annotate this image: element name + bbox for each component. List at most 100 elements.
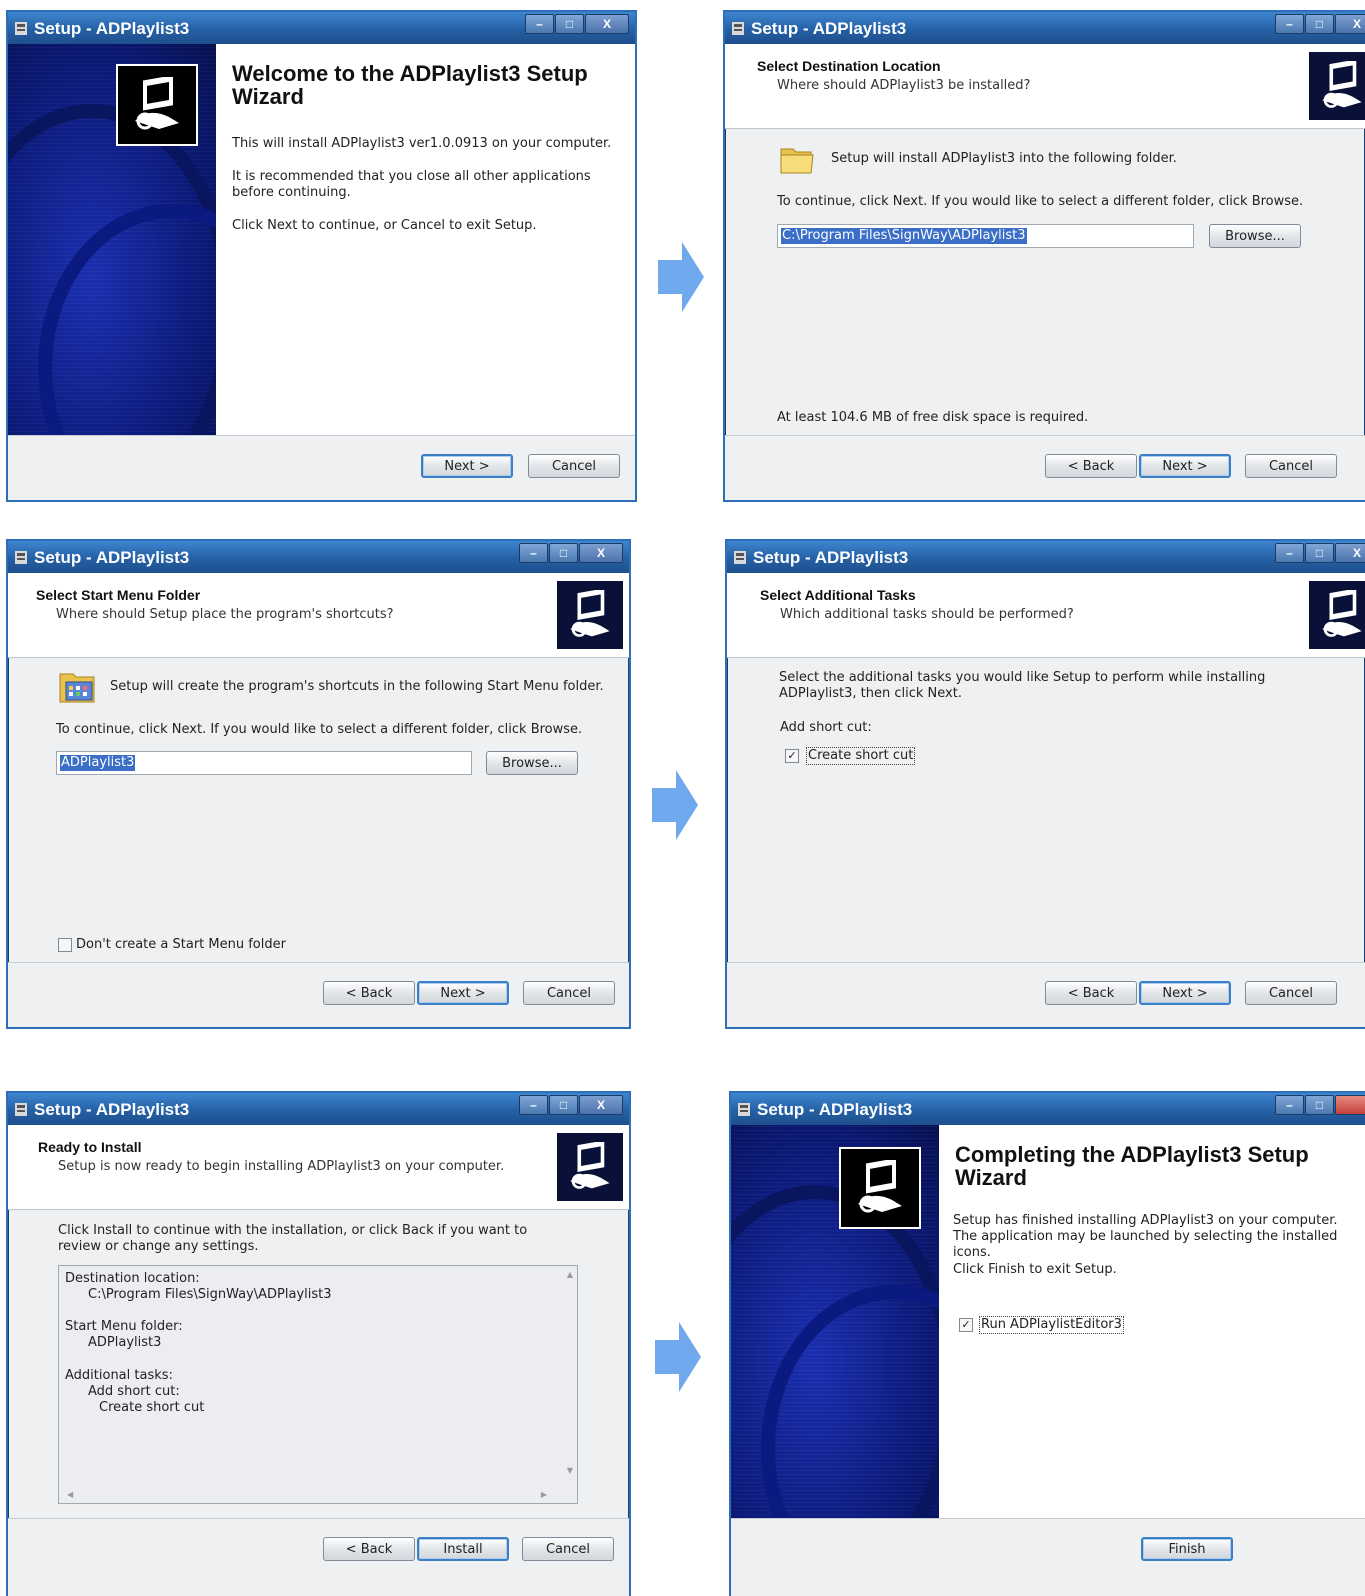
setup-window-complete: Setup - ADPlaylist3 – □ Completing the A… bbox=[729, 1091, 1365, 1596]
install-button[interactable]: Install bbox=[417, 1537, 509, 1561]
page-title: Select Additional Tasks bbox=[760, 587, 916, 603]
installer-logo-icon bbox=[1309, 52, 1365, 120]
minimize-icon[interactable]: – bbox=[525, 14, 554, 34]
create-shortcut-checkbox[interactable]: ✓ bbox=[785, 749, 799, 763]
window-title: Setup - ADPlaylist3 bbox=[751, 19, 907, 38]
next-button[interactable]: Next > bbox=[1139, 454, 1231, 478]
run-editor-checkbox[interactable]: ✓ bbox=[959, 1318, 973, 1332]
page-body: Select the additional tasks you would li… bbox=[727, 658, 1365, 963]
back-button[interactable]: < Back bbox=[1045, 454, 1137, 478]
back-button[interactable]: < Back bbox=[1045, 981, 1137, 1005]
minimize-icon[interactable]: – bbox=[1275, 14, 1304, 34]
tasks-instruction-text: Select the additional tasks you would li… bbox=[779, 670, 1266, 701]
create-shortcut-label[interactable]: Create short cut bbox=[806, 747, 916, 765]
page-subtitle: Where should Setup place the program's s… bbox=[56, 607, 394, 622]
page-title: Select Start Menu Folder bbox=[36, 587, 201, 603]
destination-path-value: C:\Program Files\SignWay\ADPlaylist3 bbox=[781, 228, 1027, 244]
title-bar[interactable]: Setup - ADPlaylist3 – □ X bbox=[727, 541, 1365, 573]
cancel-button[interactable]: Cancel bbox=[523, 981, 615, 1005]
welcome-text-2: It is recommended that you close all oth… bbox=[232, 169, 591, 200]
browse-button[interactable]: Browse... bbox=[1209, 224, 1301, 248]
memo-tasks-item: Create short cut bbox=[99, 1400, 205, 1415]
memo-destination-label: Destination location: bbox=[65, 1271, 200, 1286]
maximize-icon[interactable]: □ bbox=[1305, 543, 1334, 563]
button-bar: < Back Next > Cancel bbox=[8, 962, 629, 1027]
minimize-icon[interactable]: – bbox=[519, 1095, 548, 1115]
setup-window-tasks: Setup - ADPlaylist3 – □ X Select Additio… bbox=[725, 539, 1365, 1029]
scroll-right-icon[interactable]: ▶ bbox=[541, 1490, 547, 1499]
maximize-icon[interactable]: □ bbox=[549, 543, 578, 563]
title-bar[interactable]: Setup - ADPlaylist3 – □ bbox=[731, 1093, 1365, 1125]
installer-logo-icon bbox=[557, 581, 623, 649]
browse-button[interactable]: Browse... bbox=[486, 751, 578, 775]
scroll-up-icon[interactable]: ▲ bbox=[567, 1270, 573, 1279]
maximize-icon[interactable]: □ bbox=[1305, 1095, 1334, 1115]
memo-tasks-label: Additional tasks: bbox=[65, 1368, 173, 1383]
complete-text-1: Setup has finished installing ADPlaylist… bbox=[953, 1213, 1338, 1260]
memo-destination-value: C:\Program Files\SignWay\ADPlaylist3 bbox=[88, 1287, 332, 1302]
next-step-arrow-icon bbox=[655, 1322, 701, 1392]
minimize-icon[interactable]: – bbox=[1275, 543, 1304, 563]
memo-menu-label: Start Menu folder: bbox=[65, 1319, 183, 1334]
title-bar[interactable]: Setup - ADPlaylist3 – □ X bbox=[8, 12, 635, 44]
complete-content: Completing the ADPlaylist3 Setup Wizard … bbox=[939, 1125, 1365, 1519]
disk-space-text: At least 104.6 MB of free disk space is … bbox=[777, 410, 1089, 425]
run-editor-label[interactable]: Run ADPlaylistEditor3 bbox=[979, 1316, 1124, 1334]
next-step-arrow-icon bbox=[652, 770, 698, 840]
installer-logo-icon bbox=[839, 1147, 921, 1229]
back-button[interactable]: < Back bbox=[323, 981, 415, 1005]
page-body: Setup will install ADPlaylist3 into the … bbox=[725, 129, 1365, 436]
button-bar: < Back Install Cancel bbox=[8, 1518, 629, 1596]
minimize-icon[interactable]: – bbox=[519, 543, 548, 563]
close-icon[interactable]: X bbox=[1335, 14, 1365, 34]
finish-button[interactable]: Finish bbox=[1141, 1537, 1233, 1561]
setup-app-icon bbox=[14, 1101, 28, 1117]
cancel-button[interactable]: Cancel bbox=[528, 454, 620, 478]
scroll-left-icon[interactable]: ◀ bbox=[67, 1490, 73, 1499]
page-subtitle: Where should ADPlaylist3 be installed? bbox=[777, 78, 1031, 93]
close-icon[interactable] bbox=[1335, 1095, 1365, 1115]
next-button[interactable]: Next > bbox=[417, 981, 509, 1005]
setup-window-welcome: Setup - ADPlaylist3 – □ X Welcome to the… bbox=[6, 10, 637, 502]
setup-app-icon bbox=[737, 1101, 751, 1117]
button-bar: < Back Next > Cancel bbox=[725, 435, 1365, 500]
cancel-button[interactable]: Cancel bbox=[1245, 981, 1337, 1005]
setup-window-start-menu: Setup - ADPlaylist3 – □ X Select Start M… bbox=[6, 539, 631, 1029]
close-icon[interactable]: X bbox=[579, 543, 623, 563]
close-icon[interactable]: X bbox=[1335, 543, 1365, 563]
welcome-text-1: This will install ADPlaylist3 ver1.0.091… bbox=[232, 136, 612, 151]
start-menu-info-text: Setup will create the program's shortcut… bbox=[110, 679, 604, 694]
close-icon[interactable]: X bbox=[579, 1095, 623, 1115]
no-start-menu-checkbox[interactable] bbox=[58, 938, 72, 952]
title-bar[interactable]: Setup - ADPlaylist3 – □ X bbox=[725, 12, 1365, 44]
window-title: Setup - ADPlaylist3 bbox=[34, 1100, 190, 1119]
destination-path-input[interactable]: C:\Program Files\SignWay\ADPlaylist3 bbox=[777, 224, 1194, 248]
title-bar[interactable]: Setup - ADPlaylist3 – □ X bbox=[8, 1093, 629, 1125]
setup-app-icon bbox=[731, 20, 745, 36]
no-start-menu-label[interactable]: Don't create a Start Menu folder bbox=[76, 937, 286, 953]
next-button[interactable]: Next > bbox=[421, 454, 513, 478]
minimize-icon[interactable]: – bbox=[1275, 1095, 1304, 1115]
maximize-icon[interactable]: □ bbox=[1305, 14, 1334, 34]
button-bar: Next > Cancel bbox=[8, 435, 635, 500]
destination-instruction-text: To continue, click Next. If you would li… bbox=[777, 194, 1304, 209]
start-menu-folder-input[interactable]: ADPlaylist3 bbox=[56, 751, 472, 775]
ready-summary-memo[interactable]: Destination location: C:\Program Files\S… bbox=[58, 1265, 578, 1504]
page-header: Select Destination Location Where should… bbox=[725, 44, 1365, 129]
back-button[interactable]: < Back bbox=[323, 1537, 415, 1561]
setup-window-ready: Setup - ADPlaylist3 – □ X Ready to Insta… bbox=[6, 1091, 631, 1596]
page-body: Click Install to continue with the insta… bbox=[8, 1210, 629, 1519]
page-header: Select Additional Tasks Which additional… bbox=[727, 573, 1365, 658]
cancel-button[interactable]: Cancel bbox=[1245, 454, 1337, 478]
next-button[interactable]: Next > bbox=[1139, 981, 1231, 1005]
tasks-group-label: Add short cut: bbox=[780, 720, 872, 735]
scroll-down-icon[interactable]: ▼ bbox=[567, 1466, 573, 1475]
page-subtitle: Which additional tasks should be perform… bbox=[780, 607, 1074, 622]
setup-window-destination: Setup - ADPlaylist3 – □ X Select Destina… bbox=[723, 10, 1365, 502]
page-body: Setup will create the program's shortcut… bbox=[8, 658, 629, 963]
close-icon[interactable]: X bbox=[585, 14, 629, 34]
maximize-icon[interactable]: □ bbox=[549, 1095, 578, 1115]
cancel-button[interactable]: Cancel bbox=[522, 1537, 614, 1561]
maximize-icon[interactable]: □ bbox=[555, 14, 584, 34]
title-bar[interactable]: Setup - ADPlaylist3 – □ X bbox=[8, 541, 629, 573]
